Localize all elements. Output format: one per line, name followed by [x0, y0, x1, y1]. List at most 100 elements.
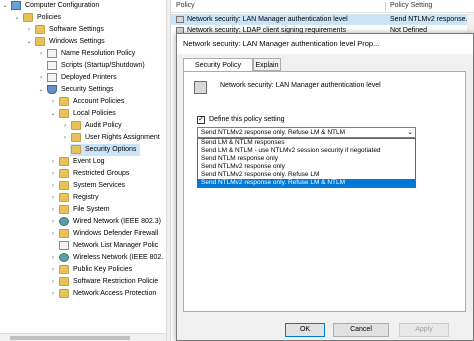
column-header-policy-setting[interactable]: Policy Setting	[390, 0, 432, 12]
column-divider[interactable]	[385, 2, 386, 11]
dropdown-option[interactable]: Send NTLMv2 response only. Refuse LM	[198, 171, 415, 179]
dropdown-option[interactable]: Send LM & NTLM responses	[198, 139, 415, 147]
tree-node-label: Network List Manager Polic	[73, 242, 159, 249]
scrollbar-thumb[interactable]	[10, 336, 130, 340]
policy-icon	[176, 16, 184, 23]
chevron-right-icon[interactable]: ›	[49, 205, 57, 215]
dropdown-list[interactable]: Send LM & NTLM responses Send LM & NTLM …	[197, 138, 416, 188]
computer-icon	[11, 1, 21, 10]
chevron-down-icon[interactable]: ⌄	[37, 85, 45, 95]
ok-button[interactable]: OK	[285, 323, 325, 337]
tree-node-label: File System	[73, 206, 110, 213]
chevron-right-icon[interactable]: ›	[49, 157, 57, 167]
chevron-right-icon[interactable]: ›	[49, 169, 57, 179]
tree-node-label: Windows Settings	[49, 38, 105, 45]
chevron-right-icon[interactable]: ›	[61, 133, 69, 143]
tree-node-label: Name Resolution Policy	[61, 50, 136, 57]
table-row[interactable]: Network security: LAN Manager authentica…	[171, 14, 474, 25]
folder-icon	[59, 289, 69, 298]
cancel-button[interactable]: Cancel	[333, 323, 389, 337]
chevron-right-icon[interactable]: ›	[49, 277, 57, 287]
dropdown-option[interactable]: Send LM & NTLM - use NTLMv2 session secu…	[198, 147, 415, 155]
network-icon	[59, 217, 69, 226]
tree-node-label: Scripts (Startup/Shutdown)	[61, 62, 145, 69]
dropdown-selected-value: Send NTLMv2 response only. Refuse LM & N…	[201, 129, 346, 136]
folder-icon	[59, 229, 69, 238]
folder-icon	[23, 13, 33, 22]
folder-icon	[59, 193, 69, 202]
tree-node-security-options[interactable]: Security Options	[70, 144, 140, 156]
folder-icon	[59, 265, 69, 274]
tree-node-label: Restricted Groups	[73, 170, 130, 177]
chevron-right-icon[interactable]: ›	[61, 121, 69, 131]
dropdown-option[interactable]: Send NTLMv2 response only	[198, 163, 415, 171]
tree-node-label: User Rights Assignment	[85, 134, 160, 141]
tree-node-label: Audit Policy	[85, 122, 122, 129]
tree-node-label: Account Policies	[73, 98, 125, 105]
chevron-right-icon[interactable]: ›	[37, 73, 45, 83]
dialog-title: Network security: LAN Manager authentica…	[183, 39, 380, 48]
horizontal-scrollbar[interactable]	[0, 333, 166, 341]
chevron-down-icon[interactable]: ⌄	[49, 109, 57, 119]
chevron-down-icon[interactable]: ⌄	[13, 13, 21, 23]
folder-icon	[59, 169, 69, 178]
chevron-right-icon[interactable]: ›	[49, 289, 57, 299]
tree-node-label: Security Options	[85, 146, 137, 153]
tree-node-label: Public Key Policies	[73, 266, 133, 273]
folder-icon	[35, 25, 45, 34]
chevron-right-icon[interactable]: ›	[49, 265, 57, 275]
chevron-down-icon[interactable]: ⌄	[25, 37, 33, 47]
define-policy-checkbox[interactable]: ✓	[197, 116, 205, 124]
folder-icon	[59, 181, 69, 190]
chevron-right-icon[interactable]: ›	[49, 217, 57, 227]
chevron-right-icon[interactable]: ›	[49, 193, 57, 203]
properties-dialog[interactable]: Network security: LAN Manager authentica…	[176, 33, 474, 341]
dialog-title-bar[interactable]: Network security: LAN Manager authentica…	[177, 34, 473, 54]
policy-icon	[194, 81, 207, 94]
tree-node-label: Policies	[37, 14, 62, 21]
folder-icon	[59, 205, 69, 214]
tree-node-label: Windows Defender Firewall	[73, 230, 159, 237]
folder-icon	[59, 157, 69, 166]
tree-node-label: Software Restriction Policie	[73, 278, 159, 285]
authentication-level-dropdown[interactable]: Send NTLMv2 response only. Refuse LM & N…	[197, 127, 416, 138]
folder-icon	[59, 109, 69, 118]
chevron-right-icon[interactable]: ›	[49, 229, 57, 239]
tree-node-label: Network Access Protection	[73, 290, 157, 297]
tree-node-label: System Services	[73, 182, 126, 189]
policy-name-cell: Network security: LAN Manager authentica…	[187, 16, 348, 23]
dropdown-option[interactable]: Send NTLM response only	[198, 155, 415, 163]
chevron-down-icon[interactable]: ⌄	[407, 128, 413, 137]
policy-setting-cell: Send NTLMv2 response...	[390, 16, 472, 23]
tree-node-label: Event Log	[73, 158, 105, 165]
folder-icon	[71, 133, 81, 142]
tree-node-label: Security Settings	[61, 86, 114, 93]
chevron-right-icon[interactable]: ›	[25, 25, 33, 35]
header-divider	[171, 12, 474, 13]
tree-node-label: Local Policies	[73, 110, 116, 117]
tree-node-label: Software Settings	[49, 26, 104, 33]
tab-explain[interactable]: Explain	[253, 58, 281, 71]
apply-button[interactable]: Apply	[399, 323, 449, 337]
folder-icon	[59, 97, 69, 106]
tree-node-label: Deployed Printers	[61, 74, 117, 81]
column-header-policy[interactable]: Policy	[176, 0, 195, 12]
folder-icon	[35, 37, 45, 46]
document-icon	[59, 241, 69, 250]
folder-icon	[59, 277, 69, 286]
chevron-down-icon[interactable]: ⌄	[1, 1, 9, 11]
folder-icon	[71, 145, 81, 154]
console-tree[interactable]: ⌄ Computer Configuration ⌄ Policies › So…	[0, 0, 166, 341]
chevron-right-icon[interactable]: ›	[37, 49, 45, 59]
policy-name: Network security: LAN Manager authentica…	[220, 82, 381, 89]
document-icon	[47, 61, 57, 70]
tree-node-label: Wireless Network (IEEE 802.	[73, 254, 164, 261]
dropdown-option-highlighted[interactable]: Send NTLMv2 response only. Refuse LM & N…	[198, 179, 415, 187]
network-icon	[59, 253, 69, 262]
chevron-right-icon[interactable]: ›	[49, 97, 57, 107]
chevron-right-icon[interactable]: ›	[49, 253, 57, 263]
chevron-right-icon[interactable]: ›	[49, 181, 57, 191]
define-policy-label: Define this policy setting	[209, 116, 285, 123]
tab-panel: Network security: LAN Manager authentica…	[183, 71, 466, 312]
tree-node-label: Wired Network (IEEE 802.3)	[73, 218, 161, 225]
